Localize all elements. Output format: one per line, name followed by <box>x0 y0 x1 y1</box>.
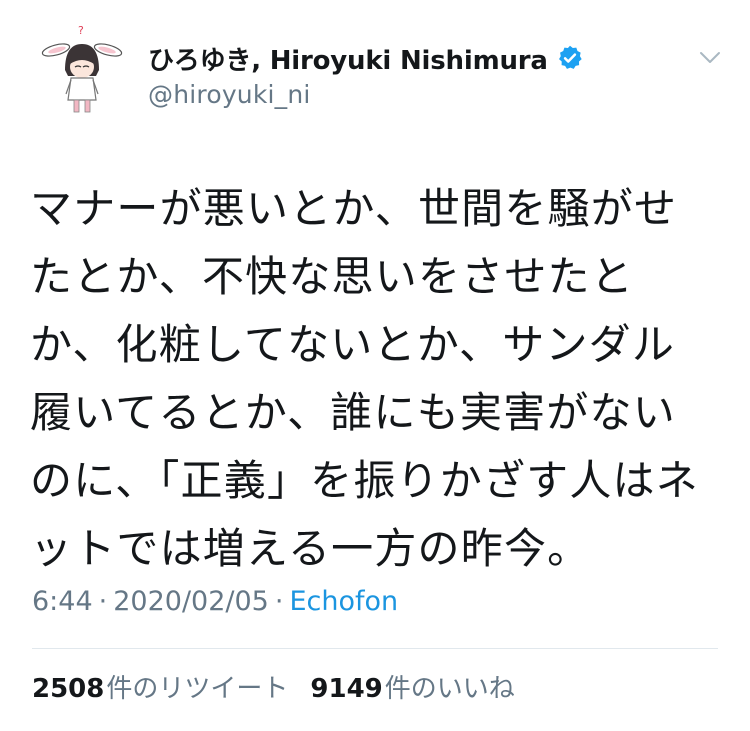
author-handle[interactable]: @hiroyuki_ni <box>148 80 584 109</box>
likes-label: 件のいいね <box>384 674 515 704</box>
divider <box>32 648 718 649</box>
bunny-ear-character-avatar-icon: ? <box>41 24 123 113</box>
author-display-name[interactable]: ひろゆき, Hiroyuki Nishimura <box>148 40 548 77</box>
author-name-row: ひろゆき, Hiroyuki Nishimura <box>148 38 584 78</box>
avatar[interactable]: ? <box>32 20 132 120</box>
svg-text:?: ? <box>78 24 84 37</box>
retweets-stat[interactable]: 2508件のリツイート <box>32 668 288 705</box>
author-info: ひろゆき, Hiroyuki Nishimura @hiroyuki_ni <box>148 38 584 109</box>
tweet-time: 6:44 <box>32 586 93 617</box>
likes-count: 9149 <box>310 674 383 704</box>
tweet-text: マナーが悪いとか、世間を騒がせたとか、不快な思いをさせたとか、化粧してないとか、… <box>30 184 699 573</box>
retweets-count: 2508 <box>32 674 105 704</box>
tweet-source-link[interactable]: Echofon <box>289 586 398 617</box>
meta-separator: · <box>98 586 108 617</box>
tweet-meta: 6:44 · 2020/02/05 · Echofon <box>32 586 398 617</box>
tweet-card: ? ひろゆき, Hiroyuki Nishimura @hiroyuki_ni … <box>0 0 750 731</box>
tweet-date: 2020/02/05 <box>113 586 269 617</box>
likes-stat[interactable]: 9149件のいいね <box>310 668 514 705</box>
verified-badge-icon <box>556 44 584 72</box>
tweet-stats: 2508件のリツイート 9149件のいいね <box>32 668 537 705</box>
retweets-label: 件のリツイート <box>106 674 289 704</box>
meta-separator: · <box>274 586 284 617</box>
chevron-down-icon[interactable] <box>698 50 722 66</box>
